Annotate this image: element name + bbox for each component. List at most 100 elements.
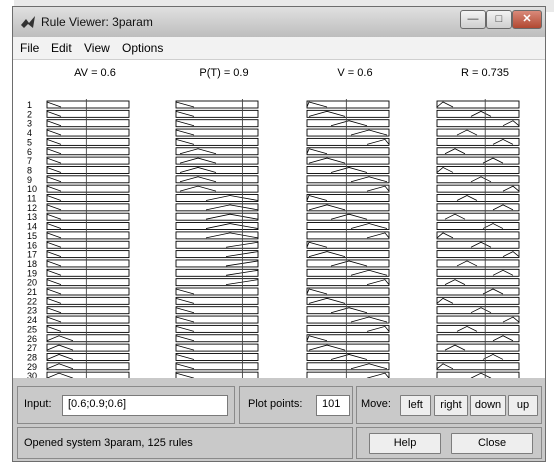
status-text: Opened system 3param, 125 rules — [24, 437, 193, 449]
move-right-button[interactable]: right — [434, 395, 468, 416]
rule-cell — [46, 259, 130, 268]
rule-cell — [46, 296, 130, 305]
status-panel: Opened system 3param, 125 rules — [17, 427, 353, 459]
rule-cell — [175, 371, 259, 378]
rule-plot-area: AV = 0.6 P(T) = 0.9 V = 0.6 R = 0.735 12… — [13, 60, 545, 378]
rule-cell — [175, 287, 259, 296]
rule-cell — [175, 109, 259, 118]
close-window-button[interactable]: ✕ — [512, 10, 542, 29]
rule-cell — [175, 334, 259, 343]
menu-edit[interactable]: Edit — [51, 41, 72, 55]
maximize-button[interactable]: □ — [486, 10, 512, 29]
rule-cell — [436, 334, 520, 343]
maximize-icon: □ — [495, 13, 503, 25]
rule-cell — [46, 222, 130, 231]
help-button[interactable]: Help — [369, 433, 441, 454]
rule-cell — [436, 259, 520, 268]
rule-cell — [436, 222, 520, 231]
rule-cell — [46, 203, 130, 212]
rule-cell — [436, 137, 520, 146]
minimize-button[interactable]: — — [460, 10, 486, 29]
rule-cell — [436, 353, 520, 361]
move-down-button[interactable]: down — [470, 395, 506, 416]
title-bar[interactable]: Rule Viewer: 3param — □ ✕ — [13, 7, 545, 37]
rule-cell — [175, 324, 259, 333]
minimize-icon: — — [467, 13, 479, 25]
rule-cell — [175, 100, 259, 109]
rule-cell — [175, 353, 259, 361]
move-up-button[interactable]: up — [508, 395, 538, 416]
rule-cell — [436, 324, 520, 333]
rule-cell — [436, 250, 520, 259]
plot-points-field[interactable]: 101 — [316, 395, 350, 416]
rule-cell — [436, 100, 520, 109]
rule-cell — [436, 240, 520, 249]
close-icon: ✕ — [522, 13, 532, 25]
rule-cell — [46, 278, 130, 287]
rule-cell — [46, 250, 130, 259]
menu-bar: File Edit View Options — [13, 37, 545, 60]
rule-cell — [46, 184, 130, 193]
rule-cell — [436, 109, 520, 118]
rule-cell — [175, 306, 259, 315]
close-button[interactable]: Close — [451, 433, 533, 454]
rule-cell — [175, 315, 259, 324]
rule-cell — [436, 315, 520, 324]
rule-cell — [46, 100, 130, 109]
rule-cell — [46, 109, 130, 118]
rule-cell — [175, 278, 259, 287]
rule-cell — [436, 175, 520, 184]
rule-cell — [175, 137, 259, 146]
rule-cell — [175, 362, 259, 371]
rule-cell — [46, 119, 130, 128]
menu-view[interactable]: View — [84, 41, 110, 55]
window-title: Rule Viewer: 3param — [41, 15, 153, 29]
rule-cell — [436, 203, 520, 212]
rule-cell — [46, 175, 130, 184]
rule-cell — [436, 287, 520, 296]
rule-cell — [175, 296, 259, 305]
rules-grid: 1234567891011121314151617181920212223242… — [27, 99, 520, 378]
rule-cell — [46, 315, 130, 324]
rule-cell — [175, 259, 259, 268]
rule-cell — [175, 240, 259, 249]
rule-cell — [436, 128, 520, 137]
rule-cell — [436, 165, 520, 174]
rule-cell — [175, 268, 259, 277]
plot-points-panel: Plot points: 101 — [239, 386, 353, 424]
move-label: Move: — [361, 398, 391, 410]
rule-cell — [46, 231, 130, 240]
rule-cell — [436, 296, 520, 305]
rule-cell — [46, 194, 130, 202]
rule-number: 30 — [27, 371, 37, 378]
rule-cell — [436, 156, 520, 165]
menu-file[interactable]: File — [20, 41, 39, 55]
rule-cell — [175, 128, 259, 137]
rule-cell — [175, 119, 259, 128]
input-field[interactable]: [0.6;0.9;0.6] — [62, 395, 228, 416]
rule-cell — [436, 306, 520, 315]
rule-cell — [46, 156, 130, 165]
rule-cell — [436, 362, 520, 371]
matlab-icon — [21, 16, 35, 28]
menu-options[interactable]: Options — [122, 41, 163, 55]
rule-cell — [436, 194, 520, 202]
rule-cell — [46, 165, 130, 174]
input-label: Input: — [24, 398, 52, 410]
rule-cell — [46, 306, 130, 315]
rule-cell — [46, 137, 130, 146]
rule-cell — [46, 128, 130, 137]
rule-cell — [46, 324, 130, 333]
action-panel: Help Close — [356, 427, 542, 459]
plot-points-label: Plot points: — [248, 398, 303, 410]
rule-cell — [436, 231, 520, 240]
rule-cell — [46, 268, 130, 277]
rule-cell — [436, 268, 520, 277]
rule-cell — [436, 184, 520, 193]
rule-cell — [175, 250, 259, 259]
rule-cell — [436, 119, 520, 128]
move-left-button[interactable]: left — [400, 395, 431, 416]
input-panel: Input: [0.6;0.9;0.6] — [17, 386, 235, 424]
rule-cell — [175, 343, 259, 352]
rule-cell — [46, 240, 130, 249]
